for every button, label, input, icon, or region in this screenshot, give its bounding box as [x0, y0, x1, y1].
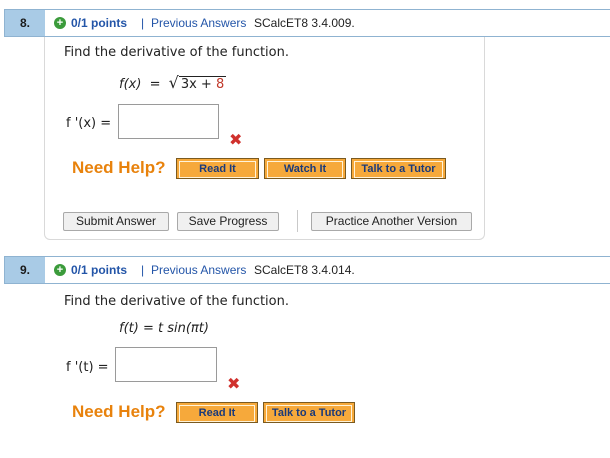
- submit-answer-button[interactable]: Submit Answer: [63, 212, 169, 231]
- function-definition: f(x) = √ 3x + 8: [119, 73, 227, 92]
- points-link[interactable]: 0/1 points: [71, 10, 127, 36]
- question-prompt: Find the derivative of the function.: [64, 45, 289, 60]
- question-9-header: 9. + 0/1 points | Previous Answers SCalc…: [4, 256, 610, 284]
- answer-input[interactable]: [115, 347, 217, 382]
- read-it-label: Read It: [179, 405, 255, 422]
- watch-it-button[interactable]: Watch It: [264, 158, 346, 179]
- question-number: 9.: [19, 263, 30, 277]
- talk-to-tutor-label: Talk to a Tutor: [354, 161, 443, 178]
- question-number: 8.: [19, 16, 30, 30]
- answer-label: f '(x) =: [66, 116, 112, 131]
- radicand-term: 3x +: [180, 77, 216, 92]
- talk-to-tutor-button[interactable]: Talk to a Tutor: [263, 402, 355, 423]
- answer-label: f '(t) =: [66, 360, 109, 375]
- divider: [297, 210, 298, 232]
- need-help-label: Need Help?: [72, 402, 166, 421]
- previous-answers-link[interactable]: Previous Answers: [151, 257, 246, 283]
- square-root-symbol: √: [168, 73, 179, 92]
- function-definition: f(t) = t sin(πt): [119, 321, 209, 336]
- x-mark-icon: ✖: [227, 374, 241, 393]
- equals-sign: =: [149, 77, 161, 92]
- practice-another-version-button[interactable]: Practice Another Version: [311, 212, 472, 231]
- save-progress-button[interactable]: Save Progress: [177, 212, 279, 231]
- read-it-button[interactable]: Read It: [176, 402, 258, 423]
- function-lhs: f(x): [119, 77, 142, 92]
- radicand-constant: 8: [215, 77, 225, 92]
- plus-circle-icon[interactable]: +: [54, 17, 66, 29]
- radicand: 3x + 8: [178, 76, 227, 92]
- question-8-body: [44, 37, 485, 240]
- question-code: SCalcET8 3.4.009.: [254, 16, 355, 30]
- read-it-label: Read It: [179, 161, 256, 178]
- question-8-header: 8. + 0/1 points | Previous Answers SCalc…: [4, 9, 610, 37]
- talk-to-tutor-button[interactable]: Talk to a Tutor: [351, 158, 446, 179]
- previous-answers-link[interactable]: Previous Answers: [151, 10, 246, 36]
- plus-circle-icon[interactable]: +: [54, 264, 66, 276]
- need-help-label: Need Help?: [72, 158, 166, 177]
- header-info: + 0/1 points | Previous Answers SCalcET8…: [45, 10, 610, 36]
- separator: |: [141, 263, 145, 277]
- question-prompt: Find the derivative of the function.: [64, 294, 289, 309]
- header-info: + 0/1 points | Previous Answers SCalcET8…: [45, 257, 610, 283]
- separator: |: [141, 16, 145, 30]
- talk-to-tutor-label: Talk to a Tutor: [266, 405, 352, 422]
- points-link[interactable]: 0/1 points: [71, 257, 127, 283]
- read-it-button[interactable]: Read It: [176, 158, 259, 179]
- question-code: SCalcET8 3.4.014.: [254, 263, 355, 277]
- answer-input[interactable]: [118, 104, 219, 139]
- watch-it-label: Watch It: [267, 161, 343, 178]
- x-mark-icon: ✖: [229, 130, 243, 149]
